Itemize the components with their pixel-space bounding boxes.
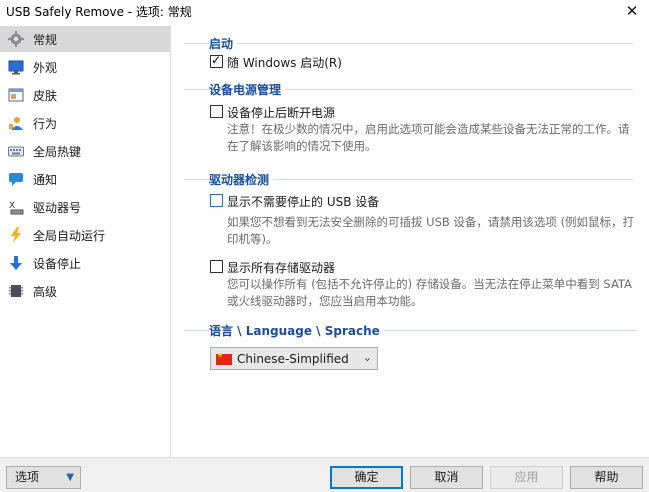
checkbox-box[interactable] [210,260,223,273]
close-icon[interactable]: ✕ [615,0,649,22]
options-menu-button[interactable]: 选项 ▼ [6,466,81,489]
checkbox-label: 显示不需要停止的 USB 设备 [227,195,380,209]
gear-icon [8,31,24,47]
show-all-note: 您可以操作所有 (包括不允许停止的) 存储设备。当无法在停止菜单中看到 SATA… [227,277,632,308]
checkbox-label: 设备停止后断开电源 [227,106,336,120]
sidebar-item-label: 全局热键 [33,145,82,159]
section-title: 设备电源管理 [209,83,286,97]
chevron-down-icon: ⌄ [362,351,372,364]
language-value: Chinese-Simplified [237,352,349,366]
show-unneeded-note: 如果您不想看到无法安全删除的可插拔 USB 设备，请禁用该选项 (例如鼠标，打印… [227,215,635,246]
sidebar-item-label: 设备停止 [33,257,82,271]
lightning-icon [11,227,21,243]
sidebar-item-drive-letters[interactable]: X 驱动器号 [0,194,170,220]
apply-button[interactable]: 应用 [490,466,563,489]
section-language: 语言 \ Language \ Sprache [184,322,637,338]
language-select[interactable]: Chinese-Simplified ⌄ [210,347,378,370]
checkbox-label: 随 Windows 启动(R) [227,56,342,70]
sidebar-item-label: 通知 [33,173,58,187]
title-bar: USB Safely Remove - 选项: 常规 ✕ [0,0,649,22]
sidebar-item-notifications[interactable]: 通知 [0,166,170,192]
ok-button[interactable]: 确定 [330,466,403,489]
sidebar-item-behavior[interactable]: 行为 [0,110,170,136]
china-flag-icon [216,351,232,365]
power-note: 注意！在极少数的情况中，启用此选项可能会造成某些设备无法正常的工作。请在了解该影… [227,122,630,153]
cancel-button[interactable]: 取消 [410,466,483,489]
sidebar: 常规 外观 皮肤 行为 全局热键 通知 X 驱动器号 全局自动运行 设备停止 高… [0,26,171,457]
section-title: 启动 [209,37,238,51]
footer-bar: 选项 ▼ 确定 取消 应用 帮助 [0,457,649,492]
keyboard-icon [8,146,24,157]
checkbox-label: 显示所有存储驱动器 [227,261,336,275]
sidebar-item-label: 外观 [33,61,58,75]
section-title: 驱动器检测 [209,173,274,187]
sidebar-item-hotkeys[interactable]: 全局热键 [0,138,170,164]
section-power: 设备电源管理 [184,81,633,97]
speech-bubble-icon [9,173,23,186]
drive-letter-icon: X [9,201,24,215]
person-icon [9,117,23,130]
sidebar-item-label: 驱动器号 [33,201,82,215]
help-button[interactable]: 帮助 [570,466,643,489]
checkbox-box[interactable] [210,105,223,118]
section-title: 语言 \ Language \ Sprache [209,324,384,338]
options-panel: 启动 随 Windows 启动(R) 设备电源管理 设备停止后断开电源 注意！在… [172,22,649,457]
sidebar-item-device-stop[interactable]: 设备停止 [0,250,170,276]
section-divider [184,43,633,44]
sidebar-item-skins[interactable]: 皮肤 [0,82,170,108]
monitor-icon [8,60,24,75]
sidebar-item-appearance[interactable]: 外观 [0,54,170,80]
sidebar-item-advanced[interactable]: 高级 [0,278,170,304]
sidebar-item-general[interactable]: 常规 [0,26,170,52]
sidebar-item-label: 高级 [33,285,58,299]
sidebar-item-label: 行为 [33,117,58,131]
triangle-down-icon: ▼ [66,472,74,483]
sidebar-item-label: 皮肤 [33,89,58,103]
checkbox-box[interactable] [210,53,223,68]
checkbox-box[interactable] [210,194,223,207]
window-skin-icon [8,88,24,102]
sidebar-item-label: 全局自动运行 [33,229,106,243]
chip-icon [9,285,23,297]
sidebar-item-label: 常规 [33,33,58,47]
options-label: 选项 [15,470,40,484]
window-title: USB Safely Remove - 选项: 常规 [6,5,192,19]
down-arrow-icon [10,256,22,270]
section-startup: 启动 [184,35,633,51]
section-drive-detect: 驱动器检测 [184,171,633,187]
sidebar-item-autorun[interactable]: 全局自动运行 [0,222,170,248]
